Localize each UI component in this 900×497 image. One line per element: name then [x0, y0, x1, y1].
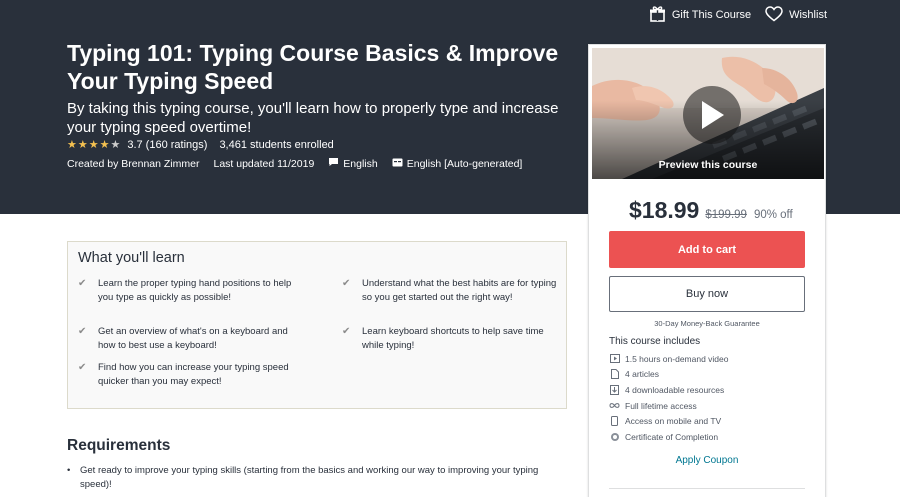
- captions: English [Auto-generated]: [392, 157, 523, 170]
- money-back-guarantee: 30-Day Money-Back Guarantee: [654, 319, 760, 328]
- speech-bubble-icon: [328, 157, 339, 170]
- course-subtitle: By taking this typing course, you'll lea…: [67, 100, 559, 136]
- include-label: Full lifetime access: [625, 400, 697, 411]
- rating-row: ★★★★★ 3.7 (160 ratings) 3,461 students e…: [67, 138, 334, 152]
- price-row: $18.99 $199.99 90% off: [629, 197, 793, 224]
- list-item: Certificate of Completion: [609, 429, 729, 445]
- gift-icon: [649, 5, 666, 25]
- current-price: $18.99: [629, 197, 700, 223]
- top-actions: Gift This Course Wishlist: [649, 5, 827, 25]
- add-to-cart-button[interactable]: Add to cart: [609, 231, 805, 268]
- rating-text[interactable]: 3.7 (160 ratings): [127, 139, 207, 151]
- include-label: Certificate of Completion: [625, 431, 719, 442]
- video-icon: [609, 353, 620, 364]
- learn-item: ✔ Find how you can increase your typing …: [78, 361, 303, 389]
- include-label: 4 articles: [625, 369, 660, 380]
- apply-coupon-link[interactable]: Apply Coupon: [589, 455, 825, 466]
- include-label: 4 downloadable resources: [625, 384, 725, 395]
- certificate-icon: [609, 431, 620, 442]
- last-updated: Last updated 11/2019: [213, 157, 315, 170]
- check-icon: ✔: [342, 278, 351, 289]
- wishlist-label: Wishlist: [789, 9, 827, 21]
- requirements-title: Requirements: [67, 437, 171, 454]
- captions-label: English [Auto-generated]: [406, 157, 523, 170]
- requirements-list: • Get ready to improve your typing skill…: [67, 464, 567, 492]
- includes-list: 1.5 hours on-demand video 4 articles 4 d…: [609, 351, 729, 445]
- check-icon: ✔: [78, 362, 87, 373]
- check-icon: ✔: [78, 326, 87, 337]
- course-preview-video[interactable]: Preview this course: [592, 48, 824, 179]
- course-meta: Created by Brennan Zimmer Last updated 1…: [67, 157, 536, 170]
- list-item: • Get ready to improve your typing skill…: [67, 464, 567, 492]
- closed-captions-icon: [392, 158, 403, 170]
- mobile-icon: [609, 416, 620, 427]
- divider: [609, 488, 805, 489]
- course-title: Typing 101: Typing Course Basics & Impro…: [67, 40, 559, 94]
- learn-item: ✔ Get an overview of what's on a keyboar…: [78, 325, 303, 353]
- language: English: [328, 157, 378, 170]
- learn-title: What you'll learn: [78, 250, 185, 266]
- list-item: Access on mobile and TV: [609, 413, 729, 429]
- includes-title: This course includes: [609, 336, 701, 347]
- list-item: 1.5 hours on-demand video: [609, 351, 729, 367]
- star-rating-icon: ★★★★★: [67, 139, 122, 151]
- what-you-learn-box: What you'll learn ✔ Learn the proper typ…: [67, 241, 567, 409]
- language-label: English: [343, 157, 378, 170]
- list-item: Full lifetime access: [609, 398, 729, 414]
- learn-item-text: Get an overview of what's on a keyboard …: [98, 326, 288, 351]
- discount-badge: 90% off: [753, 209, 793, 221]
- learn-item-text: Understand what the best habits are for …: [362, 278, 557, 303]
- buy-now-button[interactable]: Buy now: [609, 276, 805, 312]
- learn-item: ✔ Learn keyboard shortcuts to help save …: [342, 325, 562, 353]
- include-label: 1.5 hours on-demand video: [625, 353, 729, 364]
- original-price: $199.99: [705, 209, 747, 221]
- include-label: Access on mobile and TV: [625, 416, 722, 427]
- download-icon: [609, 384, 620, 395]
- wishlist-button[interactable]: Wishlist: [765, 5, 827, 25]
- learn-item-text: Learn the proper typing hand positions t…: [98, 278, 292, 303]
- learn-item: ✔ Learn the proper typing hand positions…: [78, 277, 303, 305]
- heart-icon: [765, 5, 783, 25]
- purchase-card: Preview this course $18.99 $199.99 90% o…: [588, 44, 826, 497]
- gift-label: Gift This Course: [671, 9, 752, 21]
- created-by[interactable]: Created by Brennan Zimmer: [67, 158, 199, 170]
- list-item: 4 downloadable resources: [609, 382, 729, 398]
- check-icon: ✔: [342, 326, 351, 337]
- bullet-icon: •: [67, 465, 71, 476]
- learn-item: ✔ Understand what the best habits are fo…: [342, 277, 562, 305]
- infinity-icon: [609, 400, 620, 411]
- learn-item-text: Learn keyboard shortcuts to help save ti…: [362, 326, 544, 351]
- check-icon: ✔: [78, 278, 87, 289]
- play-icon: [702, 101, 724, 129]
- requirement-text: Get ready to improve your typing skills …: [80, 465, 539, 490]
- play-button[interactable]: [683, 86, 741, 144]
- file-icon: [609, 369, 620, 380]
- list-item: 4 articles: [609, 367, 729, 383]
- preview-label: Preview this course: [658, 159, 758, 171]
- students-enrolled: 3,461 students enrolled: [219, 138, 334, 151]
- learn-item-text: Find how you can increase your typing sp…: [98, 362, 289, 387]
- gift-course-button[interactable]: Gift This Course: [649, 5, 751, 25]
